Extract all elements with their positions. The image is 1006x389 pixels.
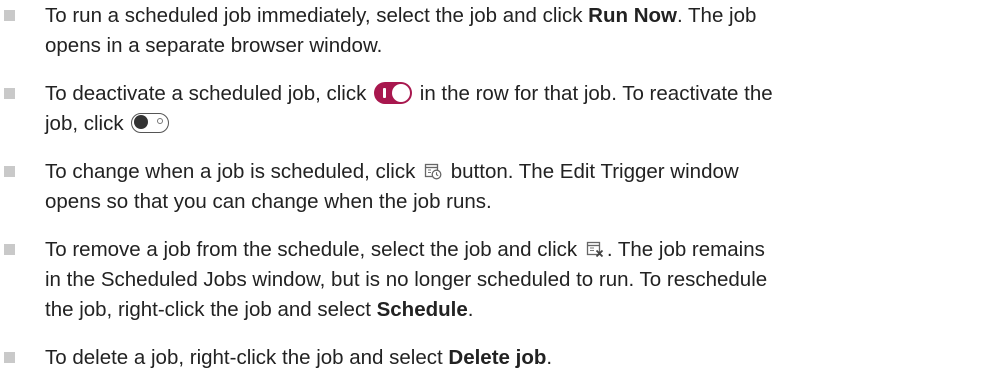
delete-job-label: Delete job [448,346,547,369]
text: To delete a job, right-click the job and… [45,346,449,369]
toggle-off-icon[interactable] [131,112,170,133]
list-item: To run a scheduled job immediately, sele… [0,1,1000,61]
bullet [4,88,15,99]
text: . [546,346,553,369]
list-item: To deactivate a scheduled job, click in … [0,79,1000,139]
text: To run a scheduled job immediately, sele… [45,4,589,27]
text: opens in a separate browser window. [45,34,383,57]
text: To deactivate a scheduled job, click [45,82,373,105]
list-item-text: To remove a job from the schedule, selec… [45,235,1000,325]
bullet [4,244,15,255]
text: job, click [45,112,130,135]
calendar-remove-icon[interactable] [586,240,604,258]
schedule-label: Schedule [376,298,468,321]
list-item: To change when a job is scheduled, click… [0,157,1000,217]
toggle-on-icon[interactable] [374,81,413,104]
text: . [467,298,474,321]
bullet [4,10,15,21]
run-now-label: Run Now [588,4,677,27]
bullet [4,166,15,177]
text: . The job remains [606,238,765,261]
list-item-text: To delete a job, right-click the job and… [45,343,1000,373]
list-item-text: To deactivate a scheduled job, click in … [45,79,1000,139]
text: button. The Edit Trigger window [445,160,739,183]
calendar-clock-icon[interactable] [424,162,442,180]
list-item-text: To change when a job is scheduled, click… [45,157,1000,217]
text: in the row for that job. To reactivate t… [414,82,773,105]
text: To remove a job from the schedule, selec… [45,238,583,261]
document: To run a scheduled job immediately, sele… [0,0,1006,389]
list-item: To remove a job from the schedule, selec… [0,235,1000,325]
text: in the Scheduled Jobs window, but is no … [45,268,768,291]
bullet [4,352,15,363]
text: To change when a job is scheduled, click [45,160,422,183]
list-item: To delete a job, right-click the job and… [0,343,1000,373]
text: . The job [677,4,757,27]
text: opens so that you can change when the jo… [45,190,492,213]
text: the job, right-click the job and select [45,298,377,321]
list-item-text: To run a scheduled job immediately, sele… [45,1,1000,61]
